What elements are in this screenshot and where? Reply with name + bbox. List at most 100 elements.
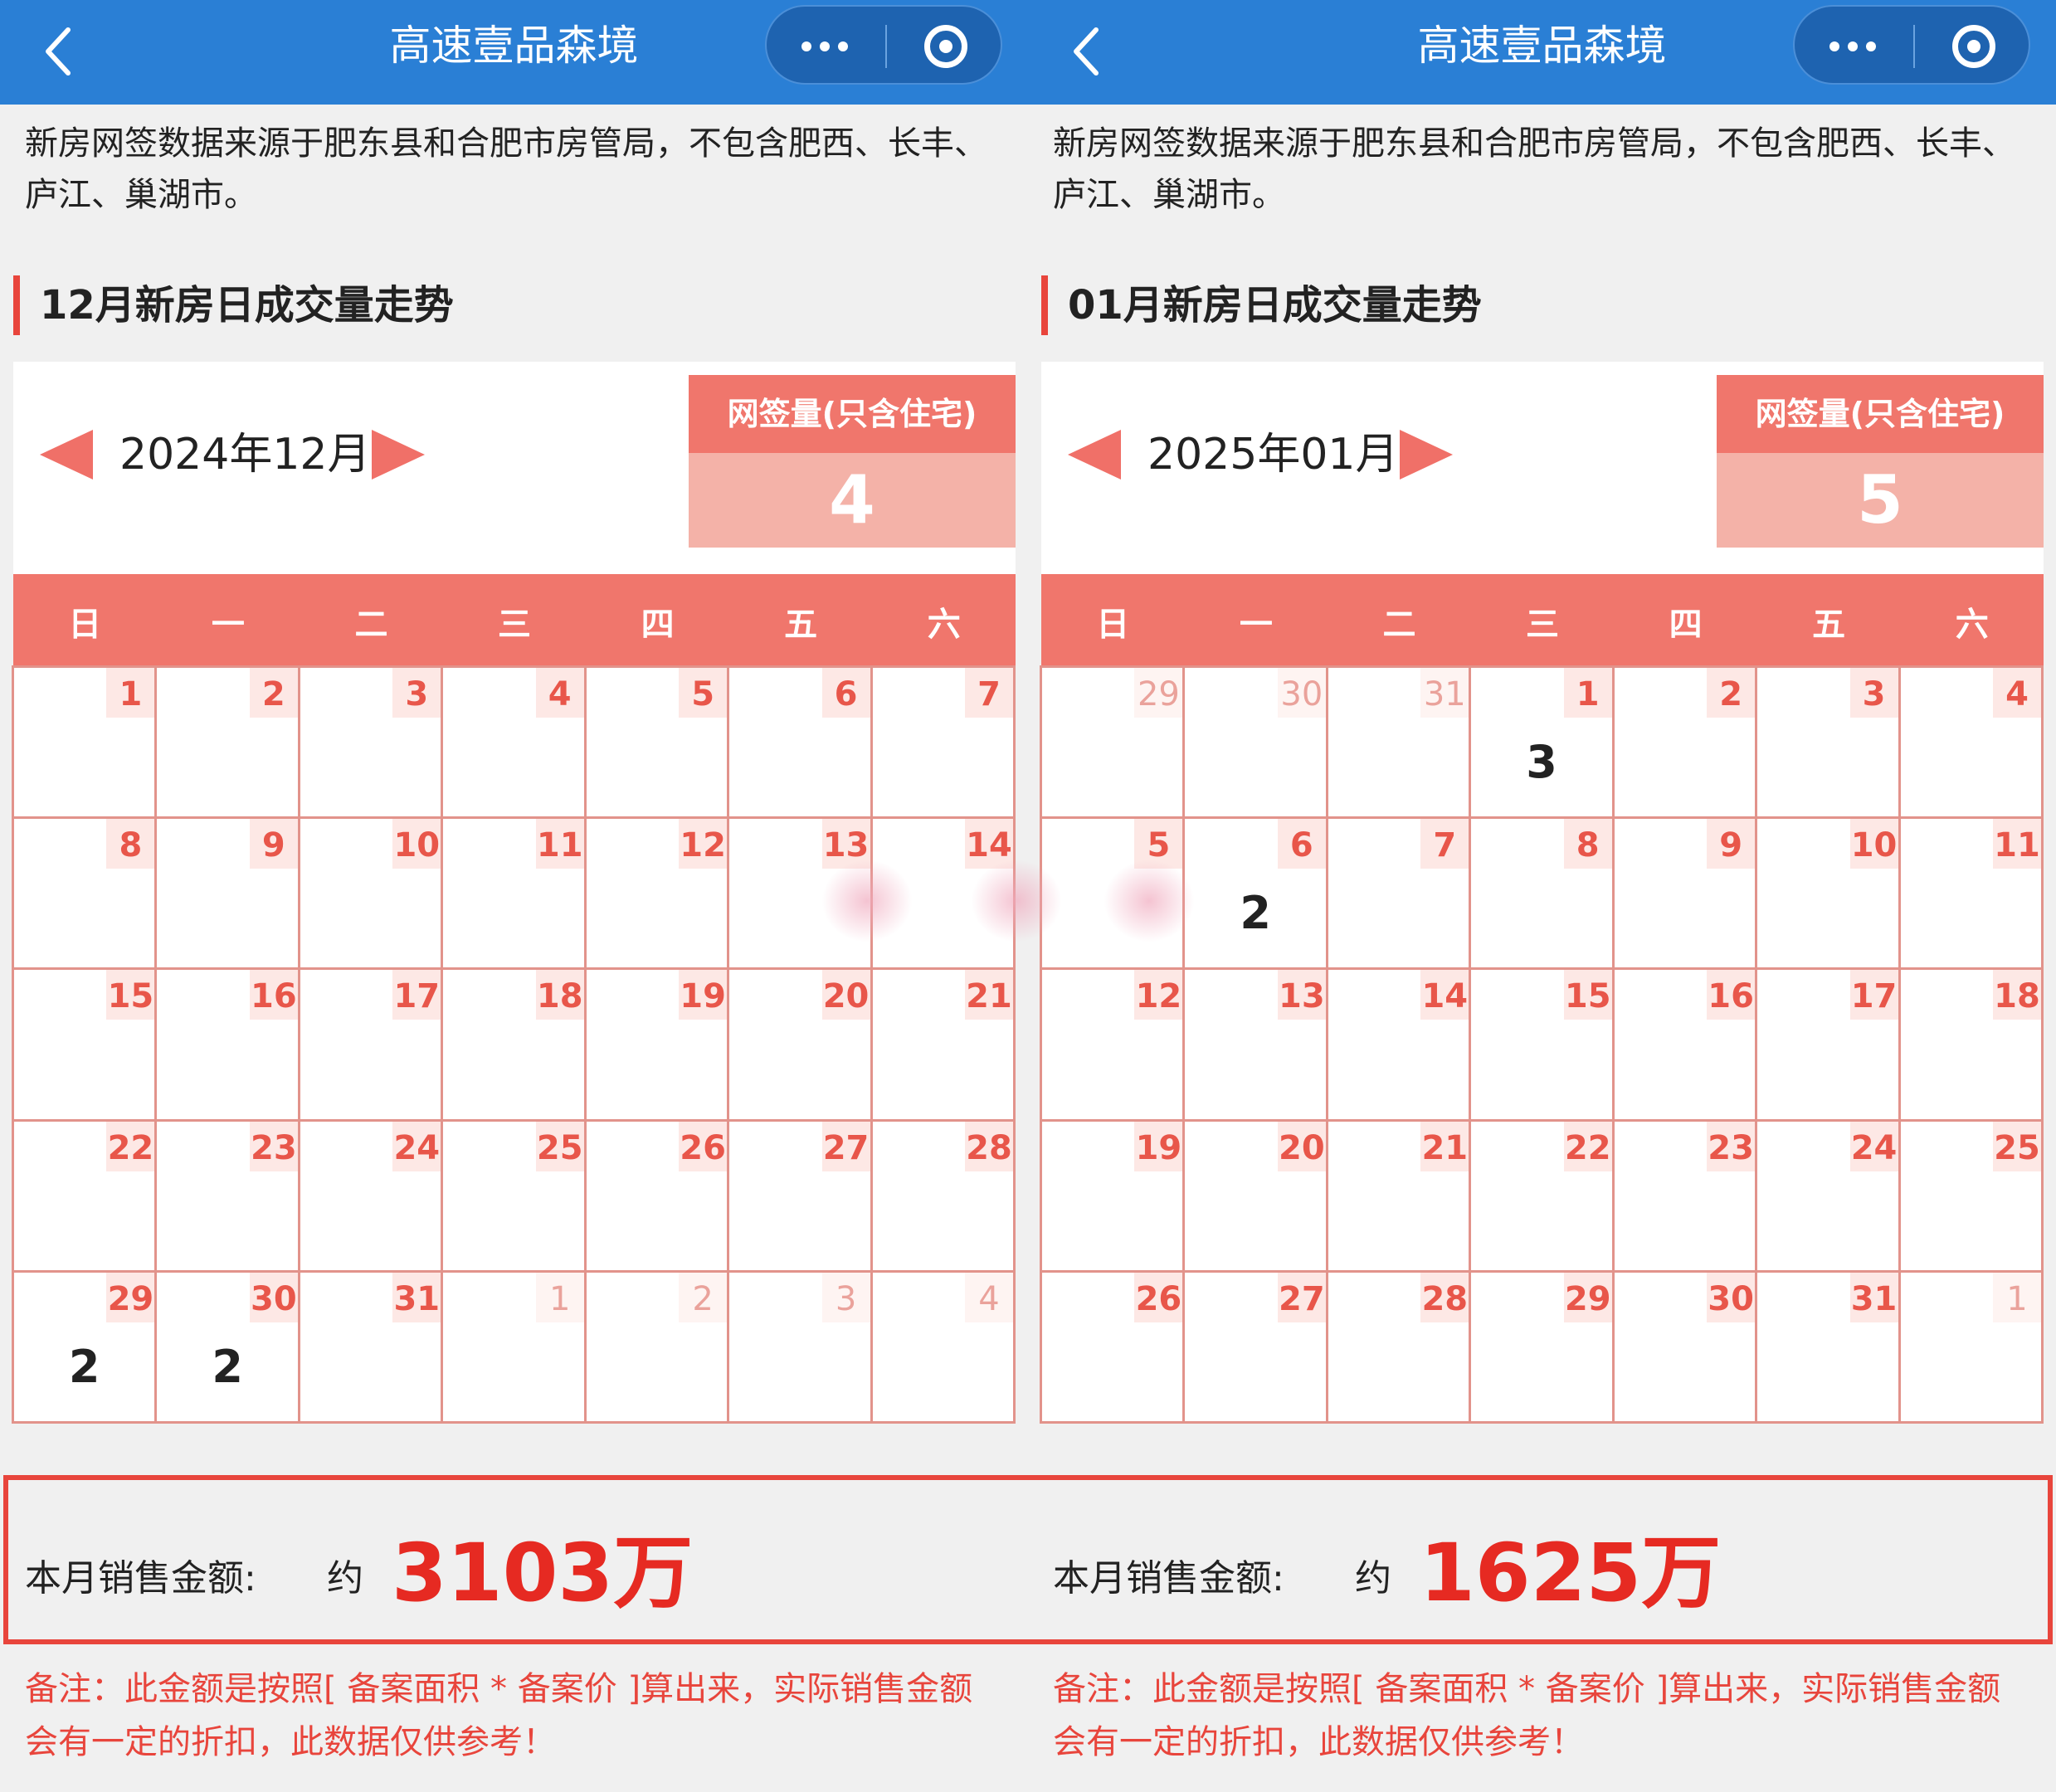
calendar-day-cell[interactable]: 22	[1471, 1121, 1615, 1273]
calendar-day-cell[interactable]: 1	[443, 1272, 587, 1424]
calendar-day-cell[interactable]: 2	[157, 668, 300, 820]
calendar-day-cell[interactable]: 8	[14, 819, 158, 971]
calendar-day-cell[interactable]: 17	[300, 970, 444, 1122]
calendar-day-cell[interactable]: 8	[1471, 819, 1615, 971]
calendar-day-cell[interactable]: 7	[1328, 819, 1472, 971]
calendar-day-cell[interactable]: 14	[1328, 970, 1472, 1122]
calendar-day-cell[interactable]: 5	[586, 668, 730, 820]
calendar-day-cell[interactable]: 19	[586, 970, 730, 1122]
next-month-icon[interactable]	[372, 430, 425, 480]
calendar-day-cell[interactable]: 18	[443, 970, 587, 1122]
calendar-day-cell[interactable]: 19	[1042, 1121, 1186, 1273]
calendar-day-cell[interactable]: 23	[1614, 1121, 1758, 1273]
more-dots-icon[interactable]	[801, 32, 851, 61]
calendar-day-cell[interactable]: 16	[157, 970, 300, 1122]
calendar-day-cell[interactable]: 30	[1614, 1272, 1758, 1424]
capsule-menu	[765, 5, 1002, 85]
sign-count-label: 网签量(只含住宅)	[689, 375, 1016, 453]
calendar-day-cell[interactable]: 13	[1471, 668, 1615, 820]
calendar-day-cell[interactable]: 26	[586, 1121, 730, 1273]
weekday-label: 三	[498, 606, 532, 644]
calendar-day-cell[interactable]: 22	[14, 1121, 158, 1273]
weekday-label: 六	[927, 606, 961, 644]
calendar-day-cell[interactable]: 25	[1900, 1121, 2044, 1273]
day-number: 22	[1563, 1121, 1612, 1171]
calendar-day-cell[interactable]: 15	[14, 970, 158, 1122]
calendar-day-cell[interactable]: 10	[300, 819, 444, 971]
calendar-day-cell[interactable]: 9	[157, 819, 300, 971]
calendar-day-cell[interactable]: 28	[872, 1121, 1016, 1273]
calendar-day-cell[interactable]: 11	[1900, 819, 2044, 971]
capsule-divider	[1913, 25, 1915, 68]
calendar-day-cell[interactable]: 30	[1185, 668, 1328, 820]
calendar-day-cell[interactable]: 25	[443, 1121, 587, 1273]
calendar-day-cell[interactable]: 12	[586, 819, 730, 971]
more-dots-icon[interactable]	[1829, 32, 1879, 61]
calendar-day-cell[interactable]: 1	[14, 668, 158, 820]
day-number: 1	[1563, 668, 1612, 718]
prev-month-icon[interactable]	[40, 430, 93, 480]
day-number: 18	[535, 970, 584, 1020]
calendar-day-cell[interactable]: 28	[1328, 1272, 1472, 1424]
calendar-header: 2024年12月 网签量(只含住宅) 4	[13, 362, 1016, 574]
next-month-icon[interactable]	[1400, 430, 1453, 480]
calendar-day-cell[interactable]: 17	[1757, 970, 1901, 1122]
day-number: 10	[392, 819, 441, 869]
day-number: 29	[106, 1272, 155, 1322]
day-number: 16	[1707, 970, 1756, 1020]
calendar-day-cell[interactable]: 18	[1900, 970, 2044, 1122]
calendar-day-cell[interactable]: 24	[300, 1121, 444, 1273]
calendar-day-cell[interactable]: 4	[872, 1272, 1016, 1424]
calendar-day-cell[interactable]: 31	[1328, 668, 1472, 820]
calendar-day-cell[interactable]: 26	[1042, 1272, 1186, 1424]
day-number: 20	[821, 970, 870, 1020]
weekday-label: 六	[1955, 606, 1989, 644]
day-number: 17	[1849, 970, 1898, 1020]
calendar-day-cell[interactable]: 20	[1185, 1121, 1328, 1273]
calendar-day-cell[interactable]: 29	[1042, 668, 1186, 820]
day-number: 5	[679, 668, 728, 718]
calendar-day-cell[interactable]: 29 2	[14, 1272, 158, 1424]
weekday-label: 一	[1239, 606, 1273, 644]
calendar-day-cell[interactable]: 12	[1042, 970, 1186, 1122]
calendar-day-cell[interactable]: 23	[157, 1121, 300, 1273]
day-number: 9	[1707, 819, 1756, 869]
target-icon[interactable]	[1952, 25, 1995, 68]
calendar-day-cell[interactable]: 29	[1471, 1272, 1615, 1424]
calendar-day-cell[interactable]: 3	[300, 668, 444, 820]
calendar-day-cell[interactable]: 3	[1757, 668, 1901, 820]
day-number: 26	[679, 1121, 728, 1171]
calendar-day-cell[interactable]: 31	[1757, 1272, 1901, 1424]
calendar-day-cell[interactable]: 62	[1185, 819, 1328, 971]
blur-artifact	[971, 859, 1062, 942]
calendar-day-cell[interactable]: 20	[729, 970, 873, 1122]
calendar-day-cell[interactable]: 10	[1757, 819, 1901, 971]
calendar-day-cell[interactable]: 24	[1757, 1121, 1901, 1273]
day-number: 28	[1420, 1272, 1469, 1322]
calendar-day-cell[interactable]: 13	[1185, 970, 1328, 1122]
calendar-day-cell[interactable]: 21	[872, 970, 1016, 1122]
calendar-day-cell[interactable]: 2	[586, 1272, 730, 1424]
calendar-day-cell[interactable]: 21	[1328, 1121, 1472, 1273]
calendar-day-cell[interactable]: 4	[443, 668, 587, 820]
calendar-day-cell[interactable]: 15	[1471, 970, 1615, 1122]
calendar-day-cell[interactable]: 27	[729, 1121, 873, 1273]
calendar-day-cell[interactable]: 4	[1900, 668, 2044, 820]
calendar-day-cell[interactable]: 3	[729, 1272, 873, 1424]
calendar-day-cell[interactable]: 16	[1614, 970, 1758, 1122]
calendar-day-cell[interactable]: 9	[1614, 819, 1758, 971]
calendar-day-cell[interactable]: 11	[443, 819, 587, 971]
target-icon[interactable]	[924, 25, 967, 68]
day-number: 29	[1563, 1272, 1612, 1322]
sign-count-value: 5	[1717, 453, 2044, 548]
prev-month-icon[interactable]	[1068, 430, 1121, 480]
calendar-day-cell[interactable]: 7	[872, 668, 1016, 820]
calendar-day-cell[interactable]: 2	[1614, 668, 1758, 820]
day-number: 22	[106, 1121, 155, 1171]
calendar-day-cell[interactable]: 6	[729, 668, 873, 820]
calendar-day-cell[interactable]: 27	[1185, 1272, 1328, 1424]
calendar-day-cell[interactable]: 31	[300, 1272, 444, 1424]
calendar-day-cell[interactable]: 1	[1900, 1272, 2044, 1424]
calendar-day-cell[interactable]: 30 2	[157, 1272, 300, 1424]
day-number: 3	[821, 1272, 870, 1322]
